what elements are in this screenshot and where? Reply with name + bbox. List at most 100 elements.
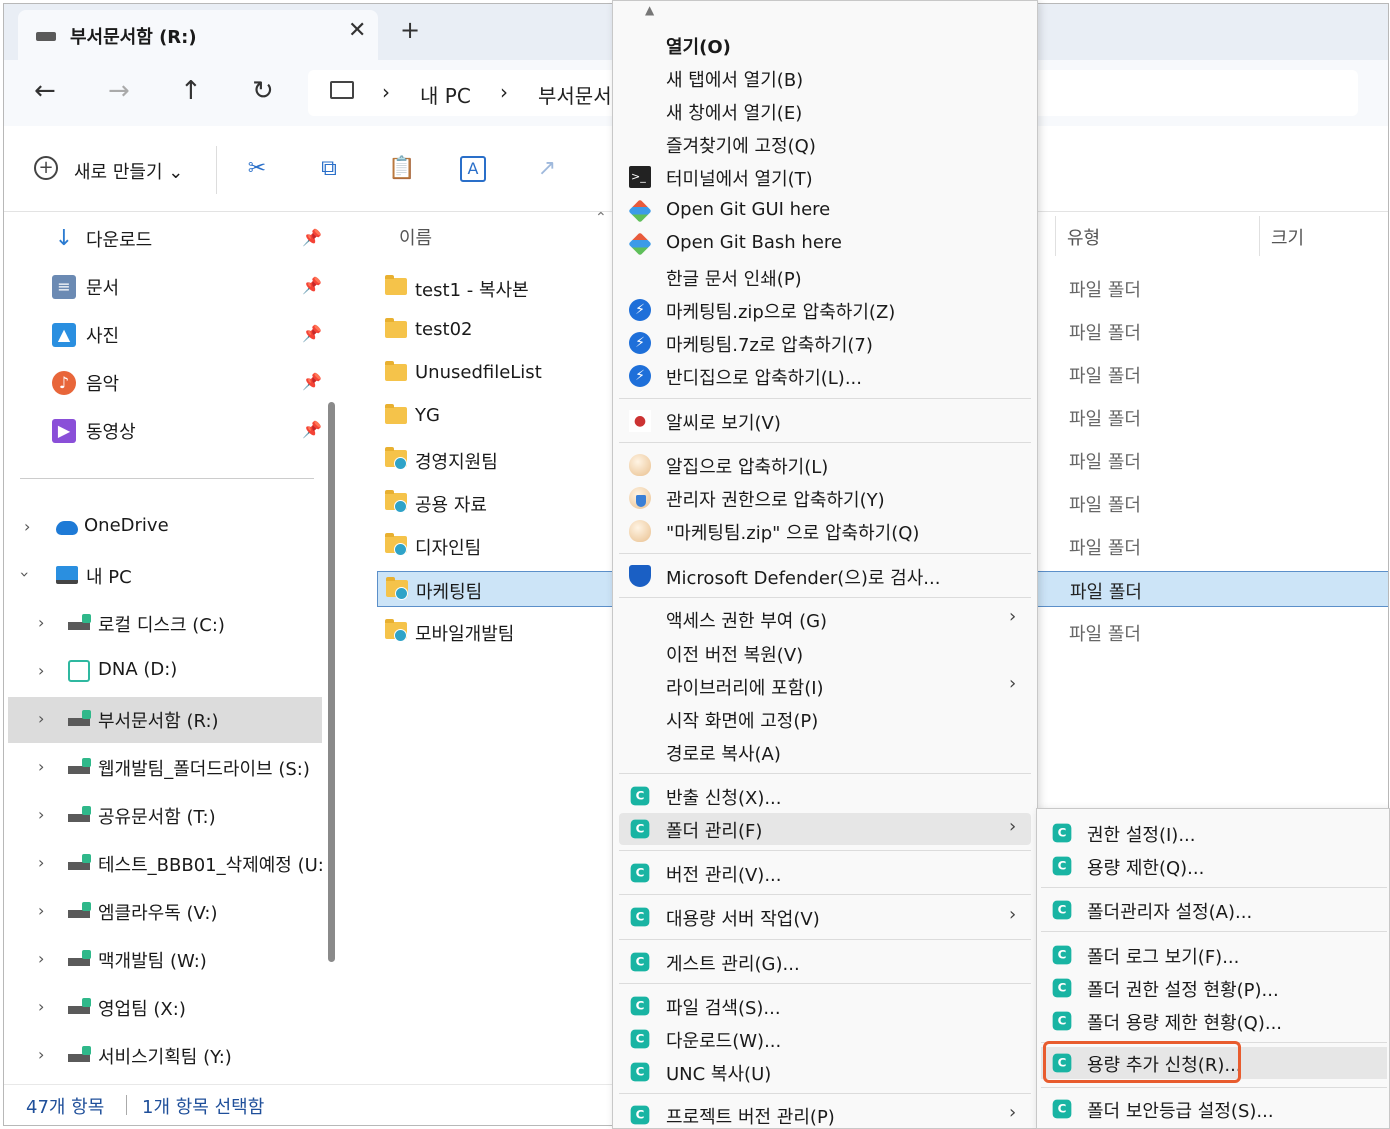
paste-icon[interactable]: 📋 [388, 156, 415, 182]
chevron-right-icon[interactable]: › [38, 661, 44, 680]
cloud-c-icon: C [630, 1105, 650, 1125]
submenu-item-security-level[interactable]: C 폴더 보안등급 설정(S)... [1041, 1093, 1387, 1125]
back-button[interactable]: ← [34, 76, 56, 106]
menu-item-grant-access[interactable]: 액세스 권한 부여 (G) › [619, 603, 1031, 635]
toolbar-divider [216, 146, 217, 194]
sidebar-item-drive-s[interactable]: › 웹개발팀_폴더드라이브 (S:) [4, 745, 324, 791]
sidebar-item-music[interactable]: ♪ 음악 📌 [52, 368, 322, 398]
chevron-right-icon[interactable]: › [38, 757, 44, 776]
column-header-type[interactable]: 유형 [1067, 224, 1100, 250]
sidebar-scrollbar[interactable] [328, 402, 335, 962]
menu-item-alzip[interactable]: 알집으로 압축하기(L) [619, 449, 1031, 481]
submenu-item-folder-admin[interactable]: C 폴더관리자 설정(A)... [1041, 894, 1387, 926]
menu-item-hwp-print[interactable]: 한글 문서 인쇄(P) [619, 261, 1031, 293]
submenu-item-quota-status[interactable]: C 폴더 용량 제한 현황(Q)... [1041, 1005, 1387, 1037]
sidebar-item-drive-r[interactable]: › 부서문서함 (R:) [8, 697, 322, 743]
menu-item-guest-management[interactable]: C 게스트 관리(G)... [619, 946, 1031, 978]
chevron-right-icon[interactable]: › [38, 613, 44, 632]
chevron-right-icon[interactable]: › [38, 709, 44, 728]
column-divider[interactable] [1055, 216, 1056, 256]
menu-item-open-terminal[interactable]: >_ 터미널에서 열기(T) [619, 161, 1031, 193]
sidebar-item-drive-d[interactable]: › DNA (D:) [4, 649, 324, 695]
chevron-right-icon[interactable]: › [38, 853, 44, 872]
close-tab-icon[interactable]: ✕ [348, 18, 366, 43]
menu-item-open-new-window[interactable]: 새 창에서 열기(E) [619, 95, 1031, 127]
column-header-size[interactable]: 크기 [1271, 224, 1304, 250]
sidebar-item-downloads[interactable]: ↓ 다운로드 📌 [52, 224, 322, 254]
scroll-up-icon[interactable]: ▲ [645, 3, 654, 17]
menu-item-include-library[interactable]: 라이브러리에 포함(I) › [619, 670, 1031, 702]
bandizip-icon: ⚡ [629, 332, 651, 354]
chevron-down-icon[interactable]: › [16, 571, 35, 577]
menu-item-unc-copy[interactable]: C UNC 복사(U) [619, 1056, 1031, 1088]
tab-current[interactable]: 부서문서함 (R:) ✕ [18, 10, 378, 60]
menu-item-copy-path[interactable]: 경로로 복사(A) [619, 736, 1031, 768]
sidebar-item-videos[interactable]: ▶ 동영상 📌 [52, 416, 322, 446]
chevron-right-icon[interactable]: › [38, 997, 44, 1016]
menu-item-version-management[interactable]: C 버전 관리(V)... [619, 857, 1031, 889]
menu-item-defender-scan[interactable]: Microsoft Defender(으)로 검사... [619, 560, 1031, 592]
sidebar-item-drive-v[interactable]: › 엠클라우독 (V:) [4, 889, 324, 935]
rename-icon[interactable]: A [460, 156, 486, 182]
refresh-button[interactable]: ↻ [252, 76, 274, 106]
submenu-item-label: 폴더 용량 제한 현황(Q)... [1087, 1013, 1283, 1034]
menu-item-compress-zip[interactable]: ⚡ 마케팅팀.zip으로 압축하기(Z) [619, 294, 1031, 326]
defender-shield-icon [629, 565, 651, 587]
breadcrumb-this-pc[interactable]: 내 PC [420, 80, 471, 109]
sidebar-item-documents[interactable]: ≡ 문서 📌 [52, 272, 322, 302]
chevron-right-icon[interactable]: › [24, 517, 30, 536]
sidebar-item-drive-u[interactable]: › 테스트_BBB01_삭제예정 (U: [4, 841, 324, 887]
forward-button[interactable]: → [108, 76, 130, 106]
breadcrumb-separator[interactable]: › [500, 80, 508, 104]
column-divider[interactable] [1259, 216, 1260, 256]
sidebar-item-drive-x[interactable]: › 영업팀 (X:) [4, 985, 324, 1031]
document-icon: ≡ [52, 275, 76, 299]
new-tab-button[interactable]: + [400, 16, 420, 44]
sidebar-item-drive-c[interactable]: › 로컬 디스크 (C:) [4, 601, 324, 647]
menu-item-download[interactable]: C 다운로드(W)... [619, 1023, 1031, 1055]
cloud-c-icon: C [1052, 1099, 1072, 1119]
breadcrumb-separator[interactable]: › [382, 80, 390, 104]
sidebar-item-onedrive[interactable]: › OneDrive [4, 505, 324, 551]
menu-item-alzip-named[interactable]: "마케팅팀.zip" 으로 압축하기(Q) [619, 515, 1031, 547]
sidebar-item-this-pc[interactable]: › 내 PC [4, 553, 324, 599]
chevron-right-icon[interactable]: › [38, 949, 44, 968]
pin-icon: 📌 [302, 324, 322, 343]
menu-item-compress-7z[interactable]: ⚡ 마케팅팀.7z로 압축하기(7) [619, 327, 1031, 359]
menu-item-restore-versions[interactable]: 이전 버전 복원(V) [619, 637, 1031, 669]
sidebar-item-drive-y[interactable]: › 서비스기획팀 (Y:) [4, 1033, 324, 1079]
chevron-right-icon[interactable]: › [38, 805, 44, 824]
menu-separator [619, 983, 1031, 984]
submenu-item-folder-log[interactable]: C 폴더 로그 보기(F)... [1041, 939, 1387, 971]
sidebar-item-drive-t[interactable]: › 공유문서함 (T:) [4, 793, 324, 839]
sidebar-item-label: 다운로드 [86, 230, 153, 251]
copy-icon[interactable]: ⧉ [316, 156, 342, 182]
menu-item-open[interactable]: 열기(O) [619, 29, 1031, 61]
menu-item-large-server[interactable]: C 대용량 서버 작업(V) › [619, 901, 1031, 933]
up-button[interactable]: ↑ [180, 76, 202, 106]
menu-item-bandizip[interactable]: ⚡ 반디집으로 압축하기(L)... [619, 360, 1031, 392]
menu-item-pin-favorites[interactable]: 즐겨찾기에 고정(Q) [619, 128, 1031, 160]
sidebar-item-drive-w[interactable]: › 맥개발팀 (W:) [4, 937, 324, 983]
menu-item-project-version[interactable]: C 프로젝트 버전 관리(P) › [619, 1099, 1031, 1129]
menu-item-alsee[interactable]: ● 알씨로 보기(V) [619, 405, 1031, 437]
column-header-name[interactable]: 이름 [399, 224, 432, 250]
menu-item-git-bash[interactable]: Open Git Bash here [619, 228, 1031, 260]
cut-icon[interactable]: ✂ [244, 156, 270, 182]
submenu-item-permission-status[interactable]: C 폴더 권한 설정 현황(P)... [1041, 972, 1387, 1004]
share-icon[interactable]: ↗ [534, 156, 560, 182]
chevron-right-icon[interactable]: › [38, 901, 44, 920]
submenu-item-permission-settings[interactable]: C 권한 설정(I)... [1041, 817, 1387, 849]
menu-item-file-search[interactable]: C 파일 검색(S)... [619, 990, 1031, 1022]
sidebar-item-pictures[interactable]: ▲ 사진 📌 [52, 320, 322, 350]
menu-item-export-request[interactable]: C 반출 신청(X)... [619, 780, 1031, 812]
menu-item-open-new-tab[interactable]: 새 탭에서 열기(B) [619, 62, 1031, 94]
shared-folder-icon [385, 447, 407, 470]
menu-item-folder-management[interactable]: C 폴더 관리(F) › [619, 813, 1031, 845]
submenu-item-quota-limit[interactable]: C 용량 제한(Q)... [1041, 850, 1387, 882]
chevron-right-icon[interactable]: › [38, 1045, 44, 1064]
menu-item-alzip-admin[interactable]: 관리자 권한으로 압축하기(Y) [619, 482, 1031, 514]
menu-item-pin-start[interactable]: 시작 화면에 고정(P) [619, 703, 1031, 735]
file-name: YG [415, 405, 440, 426]
menu-item-git-gui[interactable]: Open Git GUI here [619, 195, 1031, 227]
